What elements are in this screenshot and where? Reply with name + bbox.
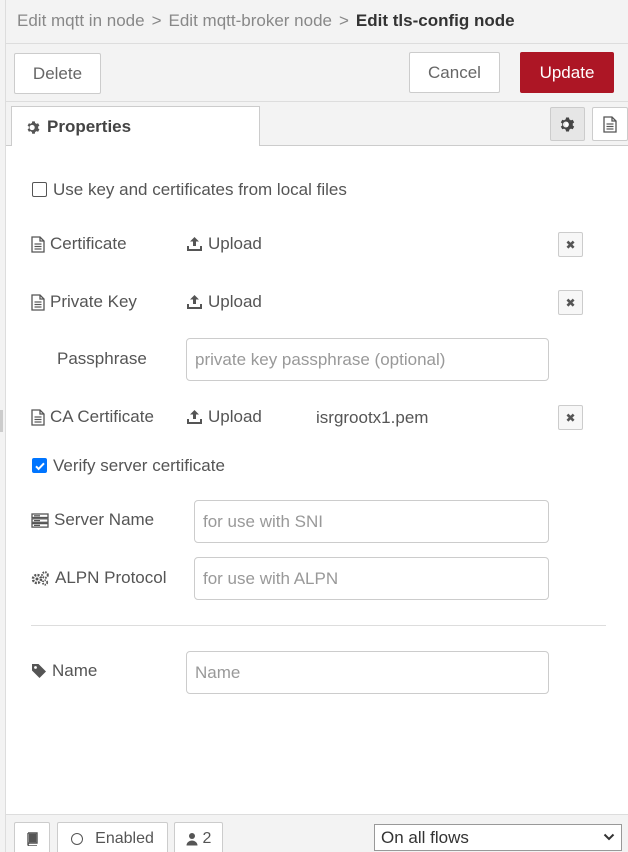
use-local-files-checkbox[interactable]: [32, 182, 47, 197]
resize-handle[interactable]: [0, 410, 3, 432]
private-key-label-text: Private Key: [50, 292, 137, 311]
upload-icon: [187, 295, 202, 309]
breadcrumb-item-mqtt-broker[interactable]: Edit mqtt-broker node: [169, 11, 332, 30]
breadcrumb: Edit mqtt in node > Edit mqtt-broker node >…: [17, 11, 515, 31]
server-name-label-text: Server Name: [54, 510, 155, 529]
private-key-upload-label: Upload: [208, 292, 262, 311]
server-icon: [31, 512, 49, 528]
ca-certificate-upload-label: Upload: [208, 407, 262, 426]
circle-icon: [71, 832, 84, 845]
close-icon: ✖: [565, 237, 576, 252]
breadcrumb-separator: >: [338, 11, 349, 30]
breadcrumb-separator: >: [151, 11, 162, 30]
verify-server-cert-checkbox[interactable]: [32, 458, 47, 473]
section-divider: [31, 625, 606, 626]
server-name-label: Server Name: [31, 510, 154, 530]
tray-header: Edit mqtt in node > Edit mqtt-broker node >…: [6, 0, 628, 44]
tab-bar: Properties: [6, 102, 628, 147]
certificate-upload-button[interactable]: Upload: [186, 234, 262, 254]
tray-footer: Enabled 2 On all flows: [6, 814, 628, 852]
chevron-down-icon: [603, 833, 615, 841]
use-local-files-label: Use key and certificates from local file…: [53, 180, 347, 199]
server-name-input[interactable]: [194, 500, 549, 543]
alpn-protocol-input[interactable]: [194, 557, 549, 600]
name-input[interactable]: [186, 651, 549, 694]
tab-properties[interactable]: Properties: [11, 106, 260, 147]
gear-icon: [560, 116, 575, 132]
ca-certificate-label-text: CA Certificate: [50, 407, 154, 426]
update-button[interactable]: Update: [520, 52, 614, 93]
help-book-button[interactable]: [14, 822, 50, 852]
cogs-icon: [31, 571, 49, 586]
users-count-button[interactable]: 2: [174, 822, 223, 852]
alpn-protocol-label: ALPN Protocol: [31, 568, 167, 588]
tab-settings[interactable]: [550, 107, 585, 141]
enabled-label: Enabled: [95, 829, 154, 847]
upload-icon: [187, 410, 202, 424]
gear-icon: [27, 120, 40, 134]
alpn-protocol-label-text: ALPN Protocol: [55, 568, 167, 587]
name-label-text: Name: [52, 661, 98, 680]
tray-toolbar: Delete Cancel Update: [6, 44, 628, 102]
user-icon: [186, 832, 198, 845]
users-count: 2: [202, 829, 212, 847]
certificate-label-text: Certificate: [50, 234, 127, 253]
cancel-button[interactable]: Cancel: [409, 52, 500, 93]
ca-certificate-filename: isrgrootx1.pem: [316, 408, 429, 427]
upload-icon: [187, 237, 202, 251]
tab-description[interactable]: [592, 107, 628, 141]
scope-select[interactable]: On all flows: [374, 824, 622, 851]
book-icon: [27, 831, 38, 846]
file-icon: [31, 235, 45, 253]
ca-certificate-clear-button[interactable]: ✖: [558, 405, 583, 430]
file-icon: [31, 408, 45, 426]
verify-server-cert-label: Verify server certificate: [53, 456, 225, 475]
document-icon: [603, 115, 617, 133]
certificate-clear-button[interactable]: ✖: [558, 232, 583, 257]
private-key-label: Private Key: [31, 292, 137, 312]
delete-button[interactable]: Delete: [14, 53, 101, 94]
ca-certificate-upload-button[interactable]: Upload: [186, 407, 262, 427]
tag-icon: [32, 664, 46, 678]
breadcrumb-item-mqtt-in[interactable]: Edit mqtt in node: [17, 11, 145, 30]
scope-select-value: On all flows: [381, 827, 469, 847]
certificate-label: Certificate: [31, 234, 127, 254]
close-icon: ✖: [565, 295, 576, 310]
passphrase-input[interactable]: [186, 338, 549, 381]
tab-properties-label: Properties: [47, 117, 132, 136]
ca-certificate-label: CA Certificate: [31, 407, 154, 427]
checkmark-icon: [35, 462, 45, 471]
file-icon: [31, 293, 45, 311]
passphrase-label: Passphrase: [57, 349, 147, 368]
properties-panel: Use key and certificates from local file…: [6, 146, 628, 814]
private-key-clear-button[interactable]: ✖: [558, 290, 583, 315]
certificate-upload-label: Upload: [208, 234, 262, 253]
name-label: Name: [31, 661, 97, 681]
breadcrumb-current: Edit tls-config node: [355, 11, 515, 30]
private-key-upload-button[interactable]: Upload: [186, 292, 262, 312]
close-icon: ✖: [565, 410, 576, 425]
enabled-toggle[interactable]: Enabled: [57, 822, 168, 852]
